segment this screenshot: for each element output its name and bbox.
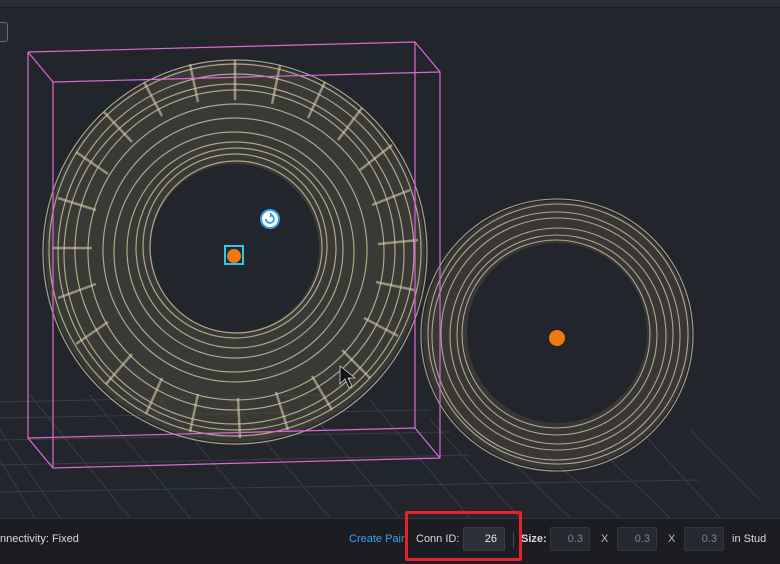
connectivity-status: nnectivity: Fixed (0, 533, 79, 545)
size-z-input[interactable]: 0.3 (684, 527, 724, 551)
size-label: Size: (521, 533, 547, 545)
size-x-input[interactable]: 0.3 (550, 527, 590, 551)
create-pair-link[interactable]: Create Pair (349, 519, 405, 564)
3d-viewport[interactable] (0, 0, 780, 518)
unit-label: in Stud (732, 533, 767, 545)
scene-canvas[interactable] (0, 0, 780, 518)
annotation-highlight-box (405, 511, 522, 561)
size-times-symbol: X (668, 533, 676, 545)
rotate-handle-icon[interactable] (260, 209, 280, 229)
size-times-symbol: X (601, 533, 609, 545)
properties-toolbar: nnectivity: Fixed Create Pair Conn ID: 2… (0, 518, 780, 564)
connector-marker[interactable] (549, 330, 565, 346)
size-y-input[interactable]: 0.3 (617, 527, 657, 551)
